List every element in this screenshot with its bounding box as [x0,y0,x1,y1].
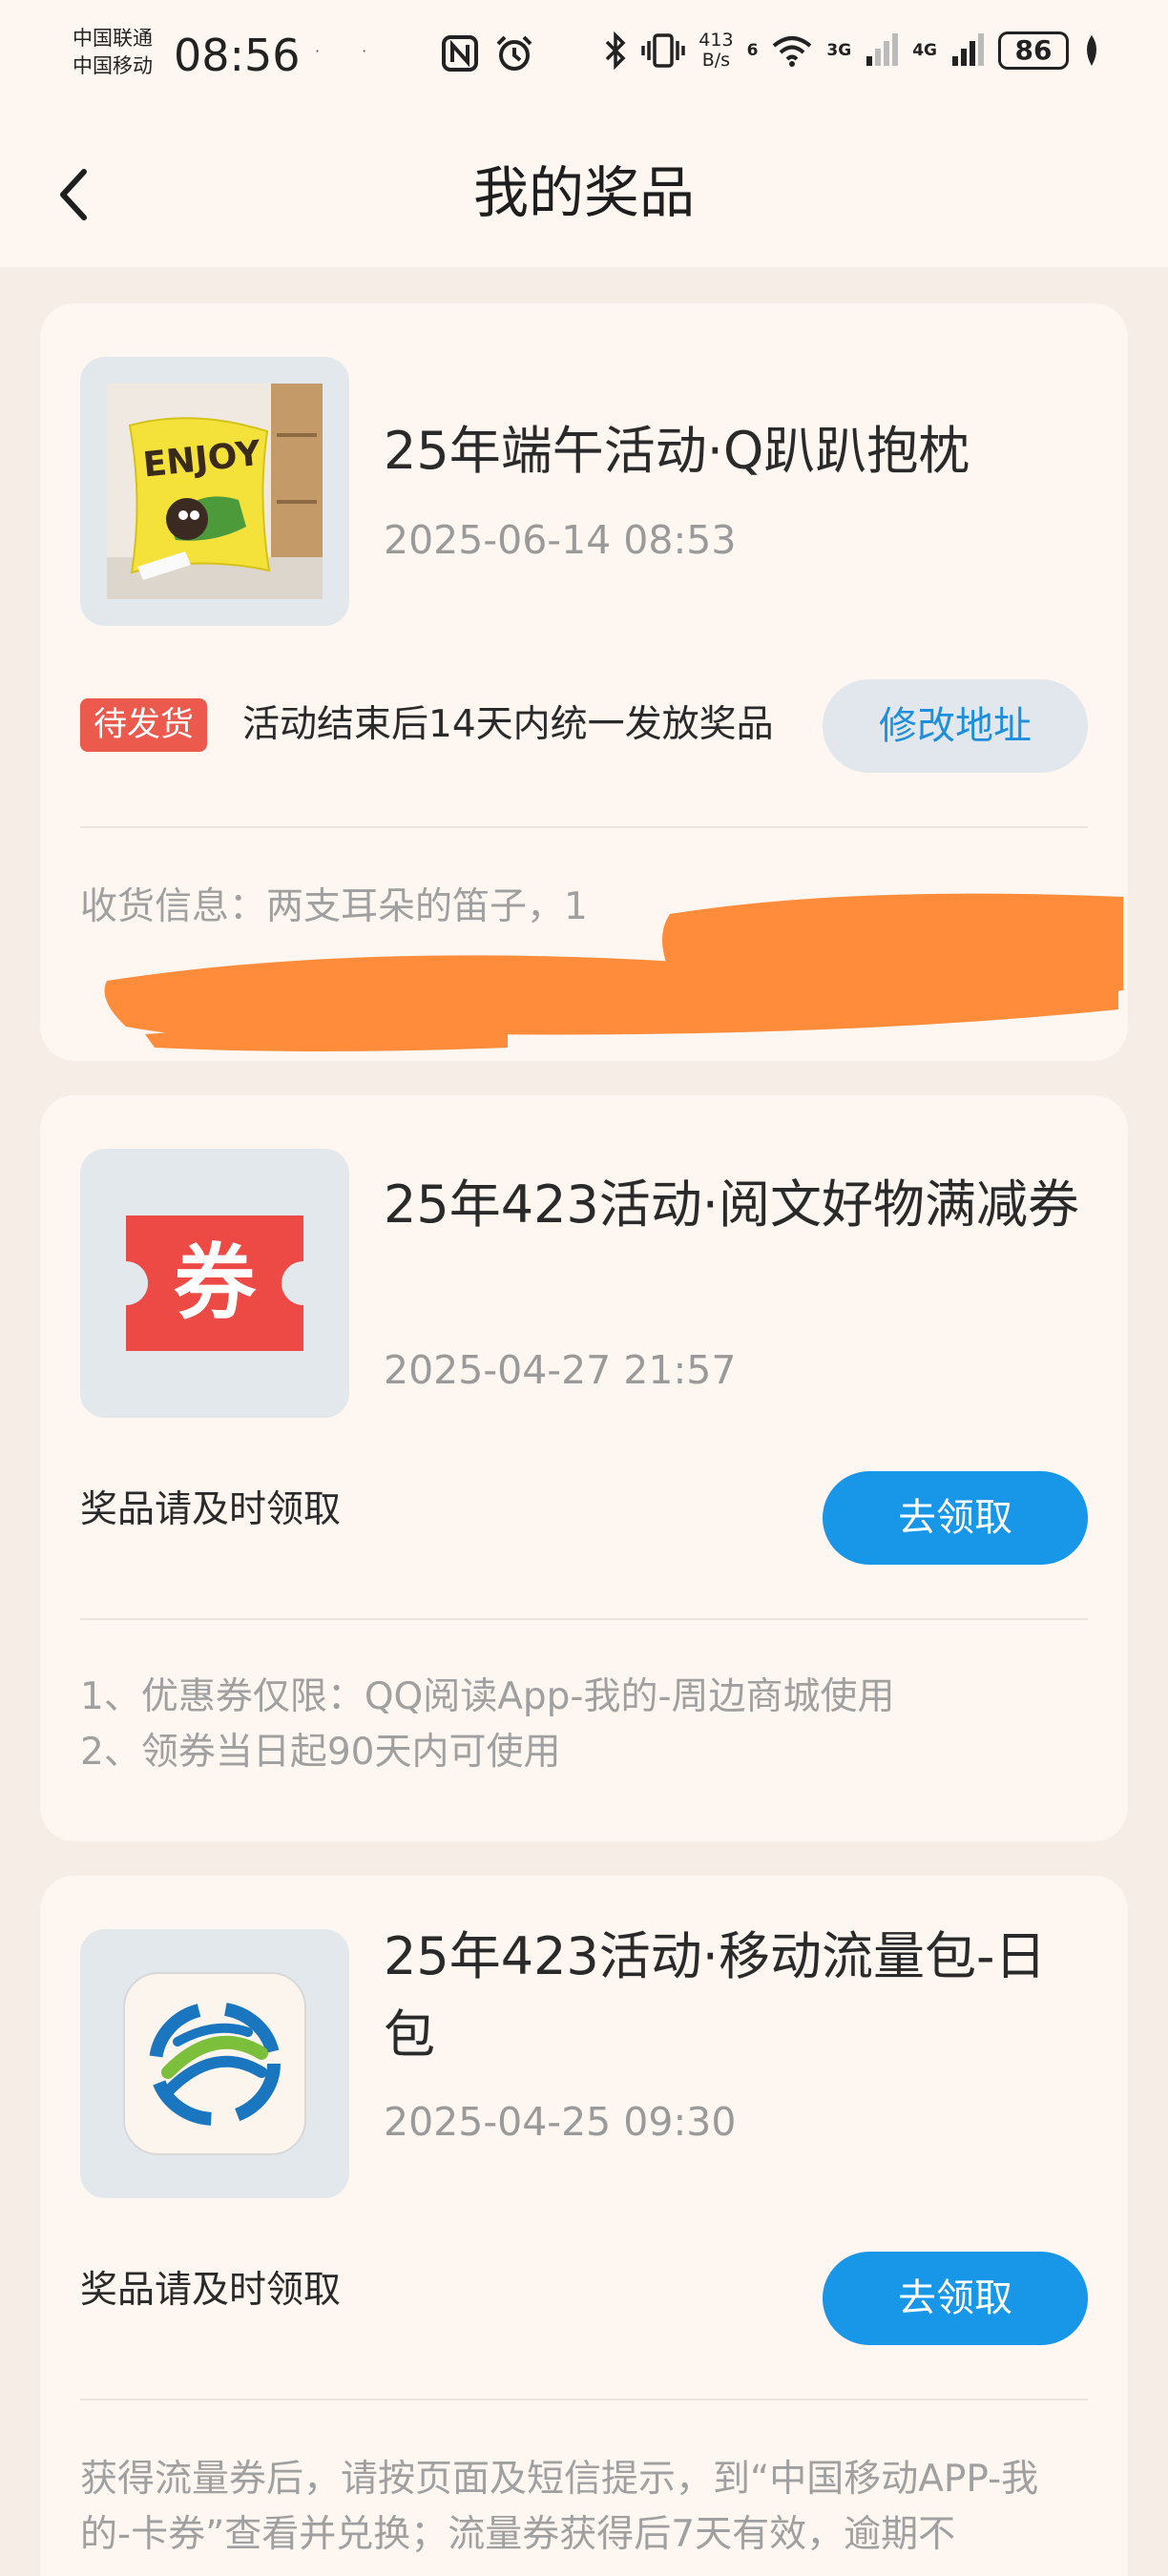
wifi-label: 6 [746,41,759,60]
redaction-scribble [104,893,1123,1051]
alarm-icon [496,35,532,71]
divider [80,826,1088,828]
network-speed: 413 B/s [699,31,733,71]
prize-card: ENJOY 25年端午活动·Q趴趴抱枕 2025-06-14 08:53 待发货… [40,303,1128,1061]
claim-button[interactable]: 去领取 [823,1471,1088,1565]
battery-indicator: 86 [998,31,1069,70]
leaf-icon [1087,35,1096,66]
carrier-1: 中国联通 [73,27,153,50]
wifi-icon [773,36,812,67]
status-icons-left [441,34,534,73]
signal-2-label: 4G [912,41,937,60]
edit-address-button[interactable]: 修改地址 [823,679,1088,773]
pillow-image: ENJOY [107,384,323,599]
rule-line: 2、领券当日起90天内可使用 [80,1731,561,1774]
clock: 08:56 [174,30,301,81]
carrier-info: 中国联通 中国移动 [73,25,153,80]
pillow-thumbnail: ENJOY [80,357,349,626]
nfc-icon [442,35,478,72]
rule-line: 1、优惠券仅限：QQ阅读App-我的-周边商城使用 [80,1675,895,1718]
prize-date: 2025-06-14 08:53 [384,517,737,563]
coupon-icon: 券 [126,1215,303,1351]
status-note: 活动结束后14天内统一发放奖品 [242,703,774,746]
signal-icon [952,33,984,66]
coupon-thumbnail: 券 [80,1149,349,1418]
divider [80,1618,1088,1620]
claim-note: 奖品请及时领取 [80,1488,342,1531]
status-badge: 待发货 [80,698,208,752]
claim-note: 奖品请及时领取 [80,2269,342,2312]
coupon-rules: 1、优惠券仅限：QQ阅读App-我的-周边商城使用 2、领券当日起90天内可使用 [80,1670,1088,1780]
prize-title: 25年端午活动·Q趴趴抱枕 [384,421,970,481]
mobile-thumbnail [80,1929,349,2198]
claim-button[interactable]: 去领取 [823,2252,1088,2345]
notification-dots: ·· [315,42,409,60]
signal-icon [866,33,899,66]
prize-date: 2025-04-27 21:57 [384,1347,737,1393]
bluetooth-icon [606,31,626,70]
prize-title: 25年423活动·阅文好物满减券 [384,1174,1079,1235]
traffic-description: 获得流量券后，请按页面及短信提示，到“中国移动APP-我的-卡券”查看并兑换；流… [80,2458,1039,2556]
carrier-2: 中国移动 [73,54,153,77]
divider [80,2399,1088,2400]
page-title: 我的奖品 [472,160,695,225]
net-speed-value: 413 [699,30,734,51]
signal-1-label: 3G [826,41,852,60]
shipping-info: 收货信息：两支耳朵的笛子，1 [80,885,588,928]
nav-bar: 我的奖品 [0,118,1168,267]
china-mobile-logo [123,1972,306,2155]
prize-title: 25年423活动·移动流量包-日包 [384,1926,1047,2065]
prize-date: 2025-04-25 09:30 [384,2099,737,2145]
coupon-text: 券 [174,1236,257,1331]
vibrate-icon [641,33,686,68]
prize-card: 券 25年423活动·阅文好物满减券 2025-04-27 21:57 奖品请及… [40,1095,1128,1841]
status-bar: 中国联通 中国移动 08:56 ·· 413 B/s 6 3G 4G 86 [0,0,1168,118]
prize-card: 25年423活动·移动流量包-日包 2025-04-25 09:30 奖品请及时… [40,1876,1128,2576]
status-icons-right: 413 B/s 6 3G 4G 86 [603,31,1101,71]
net-speed-unit: B/s [701,50,731,71]
